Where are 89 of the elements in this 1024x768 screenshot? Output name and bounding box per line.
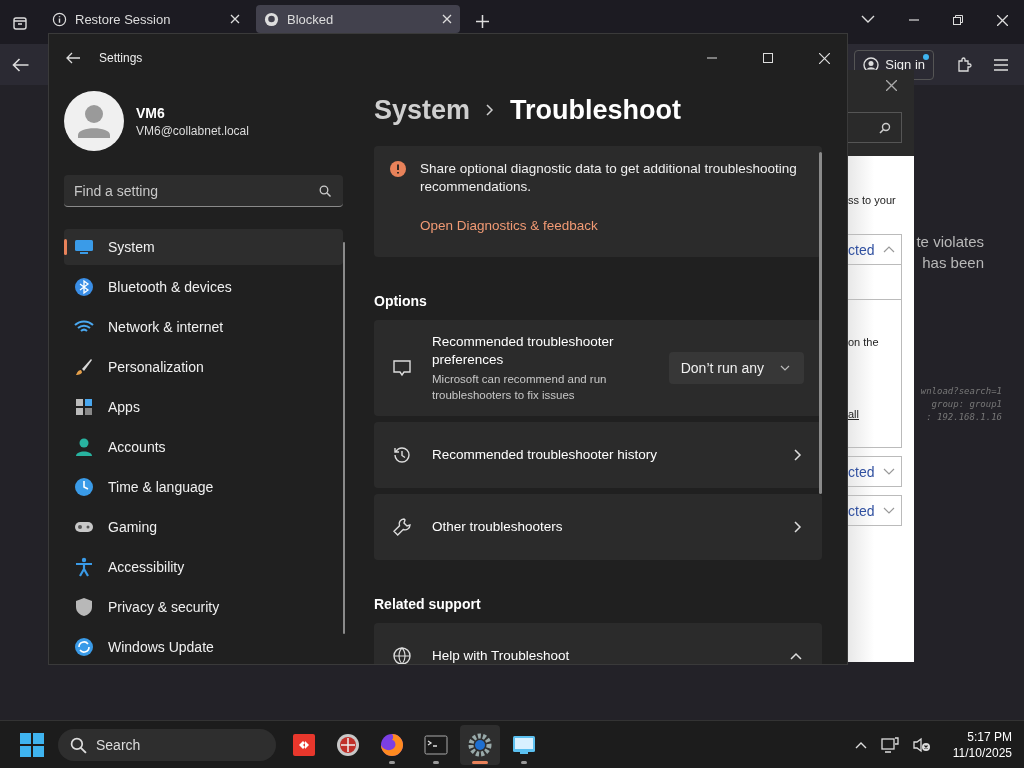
back-arrow-icon[interactable]: [66, 52, 80, 64]
chevron-down-icon: [883, 507, 895, 514]
setting-description: Microsoft can recommend and run troubleshooters to fix issues: [432, 372, 608, 403]
settings-card[interactable]: Other troubleshooters: [374, 494, 822, 560]
settings-card[interactable]: Recommended troubleshooter history: [374, 422, 822, 488]
new-tab-icon[interactable]: [476, 15, 489, 28]
avatar-icon: [64, 91, 124, 151]
dialog-text: all: [848, 408, 860, 420]
search-icon: [319, 185, 331, 197]
nav-item[interactable]: Network & internet: [64, 309, 343, 345]
nav-item[interactable]: System: [64, 229, 343, 265]
code-text: : 192.168.1.16: [926, 411, 1002, 424]
taskbar-app[interactable]: [460, 724, 500, 765]
chevron-up-icon: [883, 246, 895, 253]
gear-icon: [468, 732, 492, 757]
chevron-up-icon[interactable]: [854, 740, 867, 749]
nav-item[interactable]: Time & language: [64, 469, 343, 505]
settings-card[interactable]: Recommended troubleshooter preferences Microsoft can recommend and run troubleshooters to fix issues Don’t run any: [374, 320, 822, 416]
shield-icon: [74, 597, 94, 617]
nav-item[interactable]: Accounts: [64, 429, 343, 465]
puzzle-icon[interactable]: [956, 56, 972, 73]
chevron-down-icon[interactable]: [861, 15, 875, 23]
chevron-down-icon: [883, 468, 895, 475]
nav-item[interactable]: Windows Update: [64, 629, 343, 664]
dialog-text: ss to your: [848, 194, 897, 206]
user-email: VM6@collabnet.local: [136, 123, 249, 138]
clock-icon: [74, 477, 94, 497]
wrench-icon: [392, 517, 412, 537]
info-icon: [52, 11, 67, 27]
bluetooth-icon: [74, 277, 94, 297]
accessibility-icon: [74, 557, 94, 577]
arrow-logo-icon: [292, 732, 316, 757]
setting-title: Recommended troubleshooter preferences: [432, 333, 615, 369]
setting-title: Other troubleshooters: [432, 518, 564, 536]
page-title: Troubleshoot: [510, 94, 682, 126]
search-icon: [879, 121, 891, 134]
menu-icon[interactable]: [994, 58, 1008, 71]
user-icon: [863, 56, 880, 73]
close-icon[interactable]: [886, 80, 897, 91]
section-heading: Related support: [374, 596, 482, 612]
restore-icon[interactable]: [953, 15, 963, 25]
windows-logo-icon[interactable]: [20, 732, 44, 757]
notice-text: Share optional diagnostic data to get additional troubleshooting recommendations.: [420, 160, 798, 196]
clock-date: 11/10/2025: [952, 744, 1012, 761]
muted-speaker-icon[interactable]: [912, 736, 931, 753]
page-text: has been: [922, 253, 984, 273]
browser-tab[interactable]: Blocked: [256, 5, 460, 33]
chevron-right-icon: [794, 449, 802, 461]
setting-title: Recommended troubleshooter history: [432, 446, 659, 464]
expander-card[interactable]: Help with Troubleshoot: [374, 623, 822, 664]
speech-bubble-icon: [392, 358, 412, 378]
code-text: group: group1: [931, 398, 1002, 411]
brush-icon: [74, 357, 94, 377]
setting-title: Help with Troubleshoot: [432, 647, 571, 664]
nav-item[interactable]: Apps: [64, 389, 343, 425]
nav-item[interactable]: Privacy & security: [64, 589, 343, 625]
code-text: wnload?search=1: [920, 385, 1002, 398]
nav-item[interactable]: Accessibility: [64, 549, 343, 585]
apps-grid-icon: [74, 397, 94, 417]
search-field[interactable]: Search: [58, 728, 276, 761]
globe-icon: [392, 646, 412, 664]
terminal-icon: [424, 732, 448, 757]
section-heading: Options: [374, 293, 428, 309]
search-field[interactable]: Find a setting: [64, 175, 343, 207]
window-title: Settings: [99, 51, 143, 65]
history-icon: [392, 445, 412, 465]
network-icon[interactable]: [880, 736, 899, 753]
nav-item[interactable]: Personalization: [64, 349, 343, 385]
person-icon: [74, 437, 94, 457]
chevron-right-icon: [486, 104, 495, 116]
diagnostics-link[interactable]: Open Diagnostics & feedback: [420, 218, 806, 233]
chevron-up-icon: [790, 652, 802, 660]
clock-time: 5:17 PM: [967, 728, 1012, 745]
chevron-down-icon: [780, 365, 790, 371]
refresh-icon: [74, 637, 94, 657]
alert-icon: [390, 161, 406, 177]
dialog-text: on the: [848, 336, 880, 348]
nav-item[interactable]: Bluetooth & devices: [64, 269, 343, 305]
back-arrow-icon[interactable]: [12, 57, 29, 72]
nav-item[interactable]: Gaming: [64, 509, 343, 545]
dropdown[interactable]: Don’t run any: [668, 352, 804, 384]
user-name: VM6: [136, 104, 166, 121]
chevron-right-icon: [794, 521, 802, 533]
browser-tab[interactable]: Restore Session: [44, 5, 248, 33]
monitor-icon: [74, 237, 94, 257]
tab-list-icon[interactable]: [12, 15, 28, 31]
page-text: te violates: [916, 232, 984, 252]
breadcrumb-link[interactable]: System: [374, 94, 471, 126]
maximize-icon[interactable]: [763, 53, 773, 63]
